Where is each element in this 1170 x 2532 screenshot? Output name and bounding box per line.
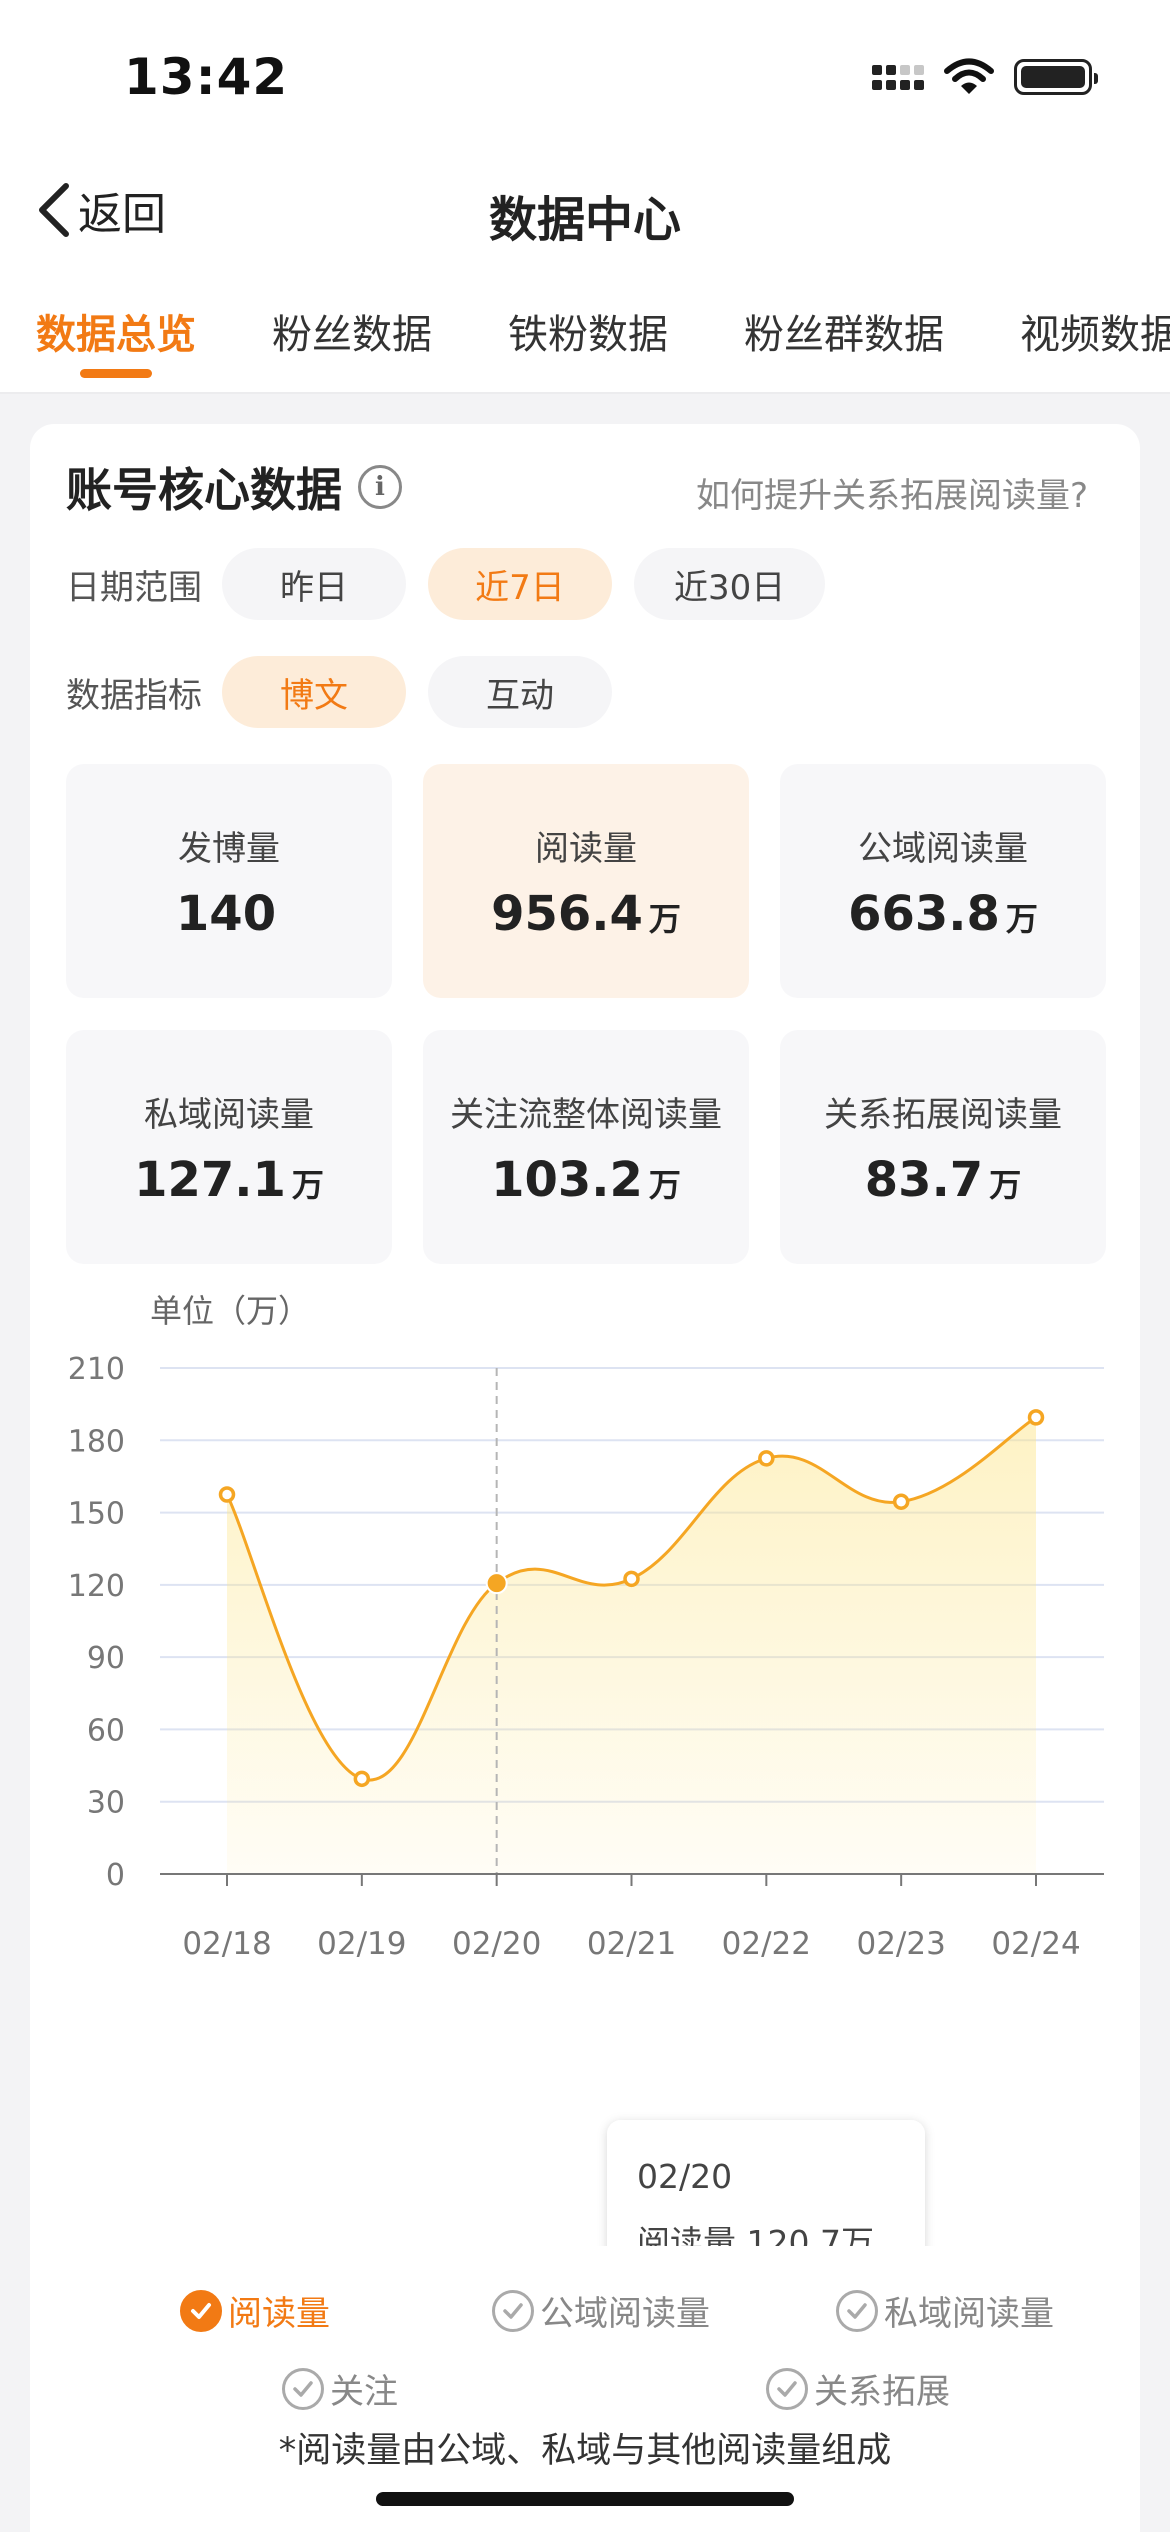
chip-posts[interactable]: 博文 bbox=[222, 656, 406, 728]
date-range-label: 日期范围 bbox=[66, 567, 202, 608]
stat-unit: 万 bbox=[989, 1165, 1022, 1204]
stat-public-reads[interactable]: 公域阅读量 663.8 万 bbox=[780, 764, 1106, 998]
x-tick-label: 02/21 bbox=[587, 1926, 676, 1962]
check-icon bbox=[836, 2289, 878, 2332]
tooltip-value: 阅读量 120.7万 bbox=[637, 2223, 874, 2246]
chip-interaction[interactable]: 互动 bbox=[428, 656, 612, 728]
stat-label: 阅读量 bbox=[535, 828, 637, 869]
data-point-active bbox=[485, 1572, 508, 1595]
y-tick-label: 120 bbox=[68, 1569, 125, 1604]
card-header: 账号核心数据 i bbox=[66, 454, 402, 520]
data-point bbox=[1027, 1409, 1045, 1426]
x-tick-label: 02/20 bbox=[452, 1926, 541, 1962]
y-tick-label: 210 bbox=[68, 1352, 125, 1387]
home-indicator bbox=[376, 2492, 794, 2506]
data-point bbox=[353, 1770, 371, 1788]
legend-item-reads[interactable]: 阅读量 bbox=[180, 2286, 330, 2335]
chart-svg: 0 30 60 90 120 150 180 210 02/18 02/19 02/20 02/21… bbox=[68, 1352, 1104, 2246]
status-icons bbox=[872, 58, 1098, 96]
battery-icon bbox=[1014, 59, 1098, 95]
y-tick-label: 180 bbox=[68, 1424, 125, 1459]
y-tick-label: 90 bbox=[87, 1641, 125, 1676]
data-point bbox=[892, 1493, 910, 1510]
check-icon bbox=[282, 2367, 324, 2410]
stat-unit: 万 bbox=[291, 1165, 324, 1204]
stat-private-reads[interactable]: 私域阅读量 127.1 万 bbox=[66, 1030, 392, 1264]
metric-label: 数据指标 bbox=[66, 675, 202, 716]
tab-fans[interactable]: 粉丝数据 bbox=[272, 290, 432, 390]
stat-value: 103.2 bbox=[491, 1151, 643, 1208]
legend-item-relation-expansion[interactable]: 关系拓展 bbox=[766, 2364, 950, 2413]
cellular-signal-icon bbox=[872, 64, 924, 90]
x-tick-label: 02/18 bbox=[182, 1926, 271, 1962]
legend-item-public-reads[interactable]: 公域阅读量 bbox=[492, 2286, 710, 2335]
y-tick-label: 150 bbox=[68, 1497, 125, 1532]
core-data-card: 账号核心数据 i 如何提升关系拓展阅读量? 日期范围 昨日 近7日 近30日 数… bbox=[30, 424, 1140, 2532]
stat-value: 83.7 bbox=[864, 1151, 984, 1208]
check-icon bbox=[766, 2367, 808, 2410]
info-icon[interactable]: i bbox=[358, 465, 402, 509]
stat-label: 关系拓展阅读量 bbox=[824, 1094, 1062, 1135]
legend-label: 关注 bbox=[330, 2372, 398, 2412]
stat-label: 关注流整体阅读量 bbox=[450, 1094, 722, 1135]
page-title: 数据中心 bbox=[488, 192, 681, 248]
y-tick-label: 30 bbox=[87, 1786, 125, 1821]
x-tick-label: 02/22 bbox=[722, 1926, 811, 1962]
legend-item-follow[interactable]: 关注 bbox=[282, 2364, 398, 2413]
stat-value: 140 bbox=[175, 885, 277, 942]
chip-last-7-days[interactable]: 近7日 bbox=[428, 548, 612, 620]
y-tick-label: 0 bbox=[106, 1858, 125, 1893]
stat-value: 956.4 bbox=[491, 885, 643, 942]
x-tick-label: 02/19 bbox=[317, 1926, 406, 1962]
stat-unit: 万 bbox=[648, 899, 681, 938]
tab-fan-groups[interactable]: 粉丝群数据 bbox=[744, 290, 944, 390]
stat-unit: 万 bbox=[648, 1165, 681, 1204]
y-tick-label: 60 bbox=[87, 1713, 125, 1748]
nav-bar: 返回 数据中心 bbox=[0, 160, 1170, 260]
stats-grid: 发博量 140 阅读量 956.4 万 公域阅读量 663.8 万 私域阅读量 12… bbox=[66, 764, 1106, 1264]
stat-posts[interactable]: 发博量 140 bbox=[66, 764, 392, 998]
card-title: 账号核心数据 bbox=[66, 463, 342, 517]
status-time: 13:42 bbox=[124, 48, 289, 106]
tab-iron-fans[interactable]: 铁粉数据 bbox=[508, 290, 668, 390]
header-divider bbox=[0, 392, 1170, 394]
tooltip-date: 02/20 bbox=[637, 2157, 732, 2196]
data-point bbox=[623, 1570, 640, 1588]
chart-footnote: *阅读量由公域、私域与其他阅读量组成 bbox=[278, 2431, 892, 2471]
help-link[interactable]: 如何提升关系拓展阅读量? bbox=[696, 468, 1088, 517]
stat-unit: 万 bbox=[1005, 899, 1038, 938]
stat-label: 私域阅读量 bbox=[144, 1094, 314, 1135]
legend-item-private-reads[interactable]: 私域阅读量 bbox=[836, 2286, 1054, 2335]
stat-follow-feed-reads[interactable]: 关注流整体阅读量 103.2 万 bbox=[423, 1030, 749, 1264]
legend-label: 私域阅读量 bbox=[884, 2294, 1054, 2334]
series-area-reads bbox=[227, 1417, 1036, 1874]
stat-label: 发博量 bbox=[178, 828, 280, 869]
tab-bar: 数据总览 粉丝数据 铁粉数据 粉丝群数据 视频数据 bbox=[0, 290, 1170, 390]
stat-label: 公域阅读量 bbox=[858, 828, 1028, 869]
data-point bbox=[758, 1450, 775, 1467]
top-header: 13:42 返回 数据中心 数据总览 粉丝数据 铁粉数据 粉丝群数据 视频数据 bbox=[0, 0, 1170, 394]
data-point bbox=[218, 1486, 236, 1503]
x-tick-label: 02/24 bbox=[991, 1926, 1080, 1962]
metric-row: 数据指标 博文 互动 bbox=[66, 656, 634, 728]
reads-chart[interactable]: 单位（万） 0 30 60 90 120 150 180 210 02/18 02/19 02/2… bbox=[30, 1286, 1140, 2246]
legend-label: 关系拓展 bbox=[814, 2372, 950, 2412]
stat-relation-expansion-reads[interactable]: 关系拓展阅读量 83.7 万 bbox=[780, 1030, 1106, 1264]
stat-value: 663.8 bbox=[848, 885, 1000, 942]
stat-value: 127.1 bbox=[134, 1151, 286, 1208]
tab-overview[interactable]: 数据总览 bbox=[36, 290, 196, 390]
tab-videos[interactable]: 视频数据 bbox=[1020, 290, 1170, 390]
check-icon bbox=[492, 2289, 534, 2332]
date-range-row: 日期范围 昨日 近7日 近30日 bbox=[66, 548, 847, 620]
x-tick-label: 02/23 bbox=[856, 1926, 945, 1962]
chip-yesterday[interactable]: 昨日 bbox=[222, 548, 406, 620]
stat-reads[interactable]: 阅读量 956.4 万 bbox=[423, 764, 749, 998]
chip-last-30-days[interactable]: 近30日 bbox=[634, 548, 826, 620]
check-icon bbox=[180, 2289, 222, 2332]
legend-label: 阅读量 bbox=[228, 2294, 330, 2334]
legend-label: 公域阅读量 bbox=[540, 2294, 710, 2334]
wifi-icon bbox=[944, 58, 994, 94]
